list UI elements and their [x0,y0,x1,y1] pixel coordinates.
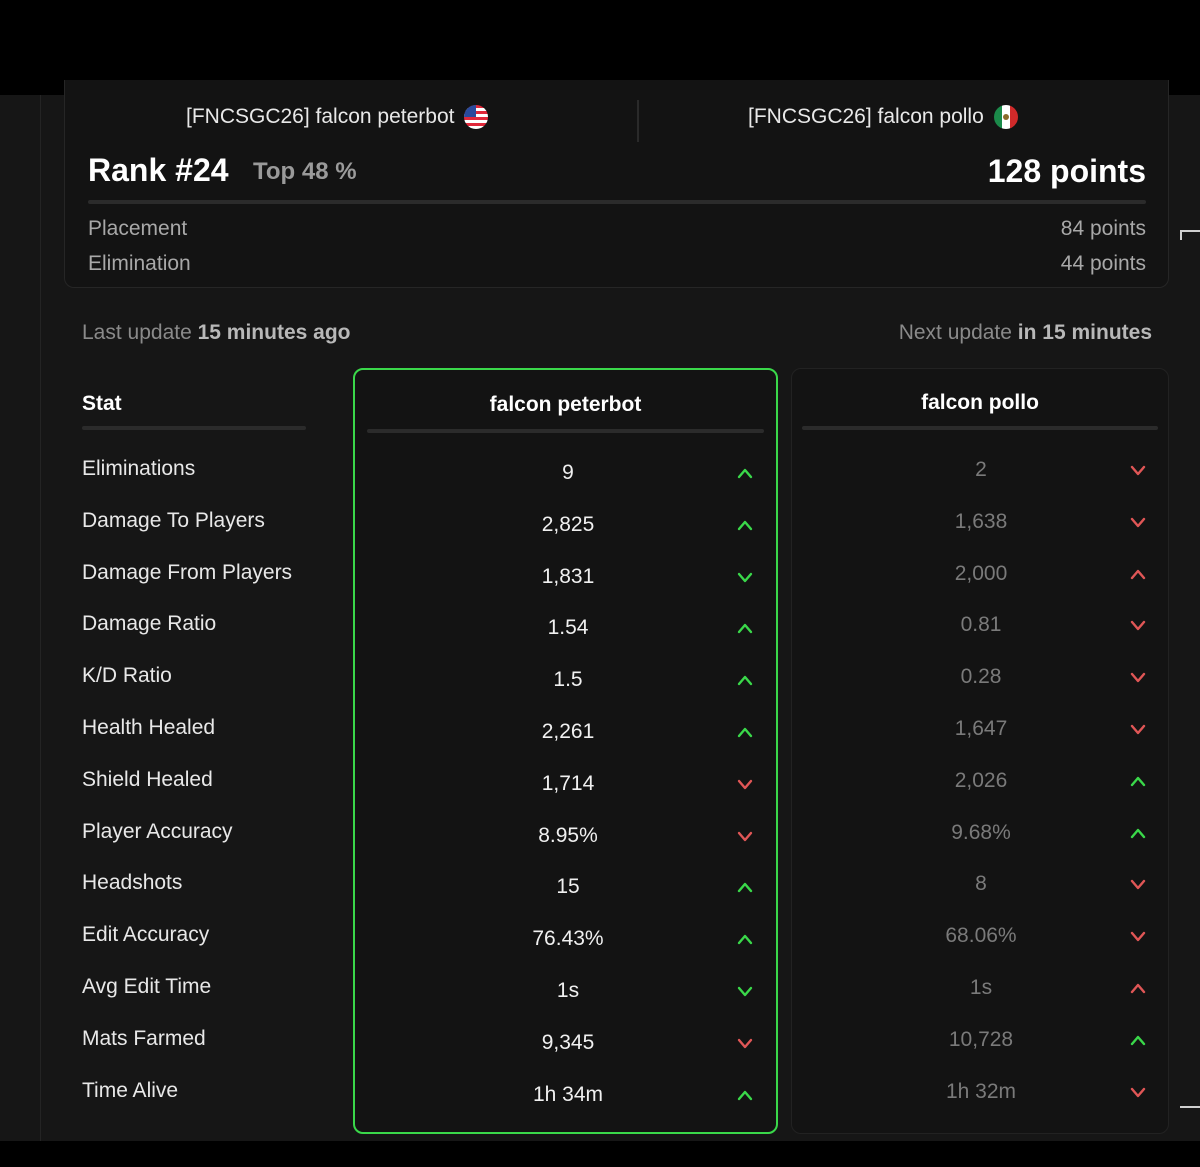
player2-stat-value: 0.81 [960,613,1002,637]
player1-stat-value: 8.95% [538,823,598,847]
stat-column-header: Stat [82,392,122,415]
edge-marker-bottom [1180,1106,1200,1108]
stat-label: Player Accuracy [82,819,233,843]
player2-header: [FNCSGC26] falcon pollo [748,102,1018,132]
chevron-down-icon [1130,723,1146,735]
last-update: Last update 15 minutes ago [82,321,351,345]
player2-stat-value: 1h 32m [945,1079,1017,1103]
player2-stat-value: 8 [975,872,987,896]
chevron-up-icon [737,726,753,738]
player1-stat-value: 1h 34m [532,1082,604,1106]
player2-stat-value: 2,000 [954,561,1008,585]
player1-stats-column[interactable]: falcon peterbot 9 2,825 1,831 1.54 1.5 2,261 1… [353,368,778,1134]
player2-column-divider [802,426,1158,430]
player1-stat-value: 1.5 [553,668,583,692]
stat-label: Mats Farmed [82,1026,206,1050]
rank-label: Rank #24 [88,152,229,188]
player2-stat-value: 10,728 [948,1027,1014,1051]
placement-points: 84 points [1060,217,1146,240]
chevron-down-icon [1130,619,1146,631]
chevron-down-icon [1130,464,1146,476]
next-update: Next update in 15 minutes [899,321,1152,345]
card-divider [88,200,1146,204]
chevron-up-icon [1130,827,1146,839]
chevron-down-icon [737,778,753,790]
player1-stat-value: 9 [562,461,574,484]
chevron-up-icon [1130,568,1146,580]
player1-column-divider [367,429,764,433]
edge-marker-top [1180,230,1200,240]
bottom-bar [0,1141,1200,1167]
player1-full-name: [FNCSGC26] falcon peterbot [186,105,455,128]
player1-stat-value: 2,261 [541,720,595,743]
stat-label: Avg Edit Time [82,975,212,998]
chevron-up-icon [1130,775,1146,787]
player1-stat-value: 1,831 [541,564,595,588]
chevron-down-icon [737,985,753,997]
elimination-points: 44 points [1060,252,1146,275]
chevron-down-icon [737,830,753,842]
chevron-up-icon [737,519,753,531]
mexico-flag-icon [993,105,1018,129]
player1-stat-value: 9,345 [541,1030,595,1054]
player1-stat-value: 1.54 [547,616,589,640]
placement-label: Placement [88,217,188,240]
chevron-up-icon [737,467,753,479]
player2-full-name: [FNCSGC26] falcon pollo [748,105,984,128]
elimination-label: Elimination [88,252,191,275]
player2-stat-value: 68.06% [945,924,1017,948]
stat-label: Damage To Players [82,508,265,532]
last-update-value: 15 minutes ago [197,321,351,344]
chevron-up-icon [737,933,753,945]
player2-column-title: falcon pollo [921,391,1039,414]
chevron-down-icon [1130,516,1146,528]
header-divider [637,100,639,142]
chevron-down-icon [1130,1086,1146,1098]
total-points: 128 points [987,153,1146,189]
chevron-up-icon [737,881,753,893]
chevron-down-icon [1130,671,1146,683]
next-update-prefix: Next update [898,321,1012,344]
player2-stat-value: 1s [969,976,993,999]
player2-stat-value: 2 [975,458,987,481]
stat-label: Edit Accuracy [82,923,210,947]
player1-stat-value: 1,714 [541,771,595,795]
player2-stat-value: 1,638 [954,509,1008,533]
chevron-down-icon [1130,878,1146,890]
player1-stat-value: 1s [556,979,580,1002]
player1-header: [FNCSGC26] falcon peterbot [186,102,489,132]
player2-stats-column[interactable]: falcon pollo 2 1,638 2,000 0.81 0.28 1,647 2,0… [791,368,1169,1134]
chevron-down-icon [737,1037,753,1049]
stat-label: Eliminations [82,457,196,480]
stat-header-divider [82,426,306,430]
chevron-up-icon [737,1089,753,1101]
last-update-prefix: Last update [82,321,192,344]
stat-label: Time Alive [82,1078,179,1102]
player2-stat-value: 2,026 [954,768,1008,792]
player2-stat-value: 9.68% [951,820,1011,844]
stat-label: Health Healed [82,716,216,739]
stat-label: Headshots [82,871,183,895]
us-flag-icon [464,105,489,129]
chevron-up-icon [737,674,753,686]
player1-column-title: falcon peterbot [489,393,642,416]
next-update-value: in 15 minutes [1017,321,1152,344]
player2-stat-value: 1,647 [954,717,1008,740]
left-divider [40,95,41,1141]
chevron-up-icon [1130,1034,1146,1046]
chevron-up-icon [1130,982,1146,994]
player1-stat-value: 15 [556,875,580,899]
stat-label: K/D Ratio [82,664,172,688]
player2-stat-value: 0.28 [960,665,1002,689]
stat-label: Damage From Players [82,560,293,584]
player1-stat-value: 2,825 [541,512,595,536]
chevron-up-icon [737,622,753,634]
stat-label: Damage Ratio [82,612,217,636]
stat-label: Shield Healed [82,767,213,791]
chevron-down-icon [737,571,753,583]
top-percent: Top 48 % [253,158,357,185]
chevron-down-icon [1130,930,1146,942]
player1-stat-value: 76.43% [532,927,604,951]
